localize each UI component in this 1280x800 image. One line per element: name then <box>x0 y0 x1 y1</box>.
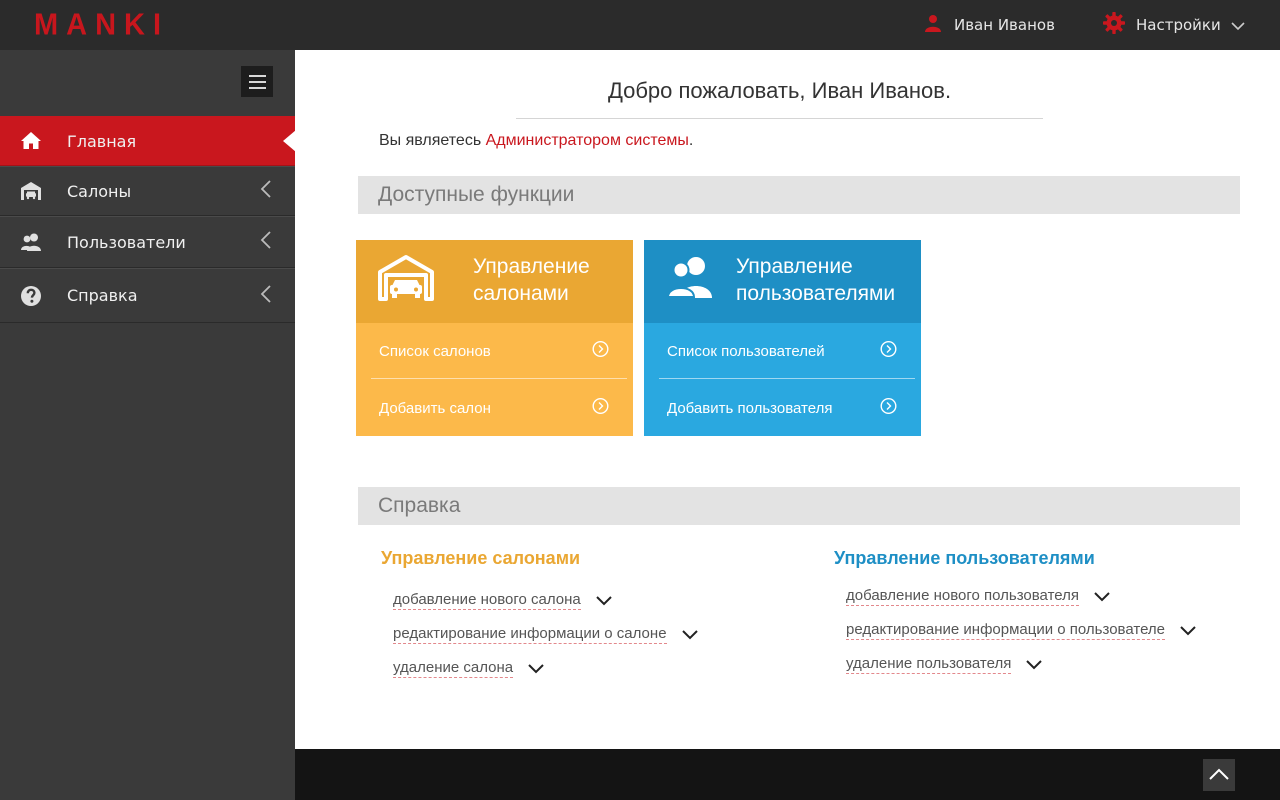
chevron-down-icon <box>595 591 613 610</box>
link-label: Добавить салон <box>379 399 491 417</box>
help-item[interactable]: удаление пользователя <box>846 647 1197 681</box>
role-link[interactable]: Администратором системы <box>486 132 689 149</box>
help-salons-column: Управление салонами добавление нового са… <box>381 548 699 685</box>
role-suffix: . <box>688 132 694 149</box>
help-icon <box>20 285 42 307</box>
help-users-column: Управление пользователями добавление нов… <box>834 548 1197 681</box>
salons-management-card: Управление салонами Список салонов Добав… <box>356 240 633 436</box>
help-item-label: редактирование информации о пользователе <box>846 621 1166 640</box>
top-bar: MANKI Иван Иванов Настройки <box>0 0 1280 50</box>
users-icon <box>666 254 716 306</box>
sidebar-item-users[interactable]: Пользователи <box>0 216 295 268</box>
add-user-link[interactable]: Добавить пользователя <box>644 380 921 436</box>
circle-arrow-right-icon <box>592 397 609 419</box>
footer <box>295 749 1280 800</box>
help-column-title: Управление пользователями <box>834 548 1095 568</box>
help-item-label: редактирование информации о салоне <box>393 625 667 644</box>
link-label: Список салонов <box>379 342 491 360</box>
card-title: Управление пользователями <box>736 255 896 305</box>
help-list: добавление нового пользователя редактиро… <box>846 579 1197 681</box>
users-management-card: Управление пользователями Список пользов… <box>644 240 921 436</box>
chevron-left-icon <box>260 179 272 203</box>
garage-car-icon <box>378 254 434 306</box>
help-item[interactable]: редактирование информации о салоне <box>393 617 699 651</box>
divider <box>371 378 627 379</box>
help-list: добавление нового салона редактирование … <box>393 583 699 685</box>
sidebar-item-salons[interactable]: Салоны <box>0 166 295 216</box>
link-label: Добавить пользователя <box>667 399 833 417</box>
settings-label: Настройки <box>1136 16 1221 34</box>
card-body: Список салонов Добавить салон <box>356 323 633 436</box>
user-icon <box>924 14 942 36</box>
sidebar-item-label: Справка <box>67 286 138 305</box>
card-title: Управление салонами <box>473 255 590 305</box>
help-item[interactable]: редактирование информации о пользователе <box>846 613 1197 647</box>
help-item-label: удаление салона <box>393 659 514 678</box>
sidebar-item-home[interactable]: Главная <box>0 116 295 166</box>
help-item-label: добавление нового салона <box>393 591 581 610</box>
chevron-down-icon <box>527 659 545 678</box>
chevron-down-icon <box>681 625 699 644</box>
sidebar-item-help[interactable]: Справка <box>0 268 295 323</box>
help-item[interactable]: добавление нового пользователя <box>846 579 1197 613</box>
salons-list-link[interactable]: Список салонов <box>356 323 633 379</box>
users-icon <box>20 231 42 253</box>
help-section-title: Справка <box>358 487 1240 525</box>
circle-arrow-right-icon <box>880 397 897 419</box>
scroll-to-top-button[interactable] <box>1203 759 1235 791</box>
user-menu[interactable]: Иван Иванов <box>924 0 1055 50</box>
gear-icon <box>1102 11 1126 39</box>
settings-menu[interactable]: Настройки <box>1102 0 1245 50</box>
menu-toggle-button[interactable] <box>241 66 273 97</box>
functions-section-title: Доступные функции <box>358 176 1240 214</box>
chevron-down-icon <box>1231 16 1245 35</box>
help-column-title: Управление салонами <box>381 548 581 568</box>
sidebar-nav: Главная Салоны Пользователи Справка <box>0 116 295 323</box>
chevron-down-icon <box>1025 655 1043 674</box>
card-body: Список пользователей Добавить пользовате… <box>644 323 921 436</box>
circle-arrow-right-icon <box>880 340 897 362</box>
chevron-left-icon <box>260 284 272 308</box>
help-item[interactable]: удаление салона <box>393 651 699 685</box>
garage-icon <box>20 180 42 202</box>
main-content: Добро пожаловать, Иван Иванов. Вы являет… <box>295 50 1280 749</box>
role-prefix: Вы являетесь <box>379 132 486 149</box>
chevron-down-icon <box>1179 621 1197 640</box>
sidebar-item-label: Главная <box>67 131 137 151</box>
role-text: Вы являетесь Администратором системы. <box>379 132 693 150</box>
home-icon <box>20 130 42 152</box>
users-list-link[interactable]: Список пользователей <box>644 323 921 379</box>
chevron-left-icon <box>260 230 272 254</box>
sidebar-item-label: Пользователи <box>67 232 186 252</box>
help-item-label: удаление пользователя <box>846 655 1012 674</box>
sidebar-item-label: Салоны <box>67 181 132 201</box>
card-header[interactable]: Управление пользователями <box>644 240 921 323</box>
help-item-label: добавление нового пользователя <box>846 587 1079 606</box>
chevron-up-icon <box>1208 766 1230 785</box>
logo[interactable]: MANKI <box>34 8 169 43</box>
link-label: Список пользователей <box>667 342 825 360</box>
welcome-heading: Добро пожаловать, Иван Иванов. <box>516 78 1043 119</box>
add-salon-link[interactable]: Добавить салон <box>356 380 633 436</box>
circle-arrow-right-icon <box>592 340 609 362</box>
card-header[interactable]: Управление салонами <box>356 240 633 323</box>
sidebar: Главная Салоны Пользователи Справка <box>0 50 295 800</box>
chevron-down-icon <box>1093 587 1111 606</box>
help-item[interactable]: добавление нового салона <box>393 583 699 617</box>
divider <box>659 378 915 379</box>
user-name: Иван Иванов <box>954 16 1055 34</box>
